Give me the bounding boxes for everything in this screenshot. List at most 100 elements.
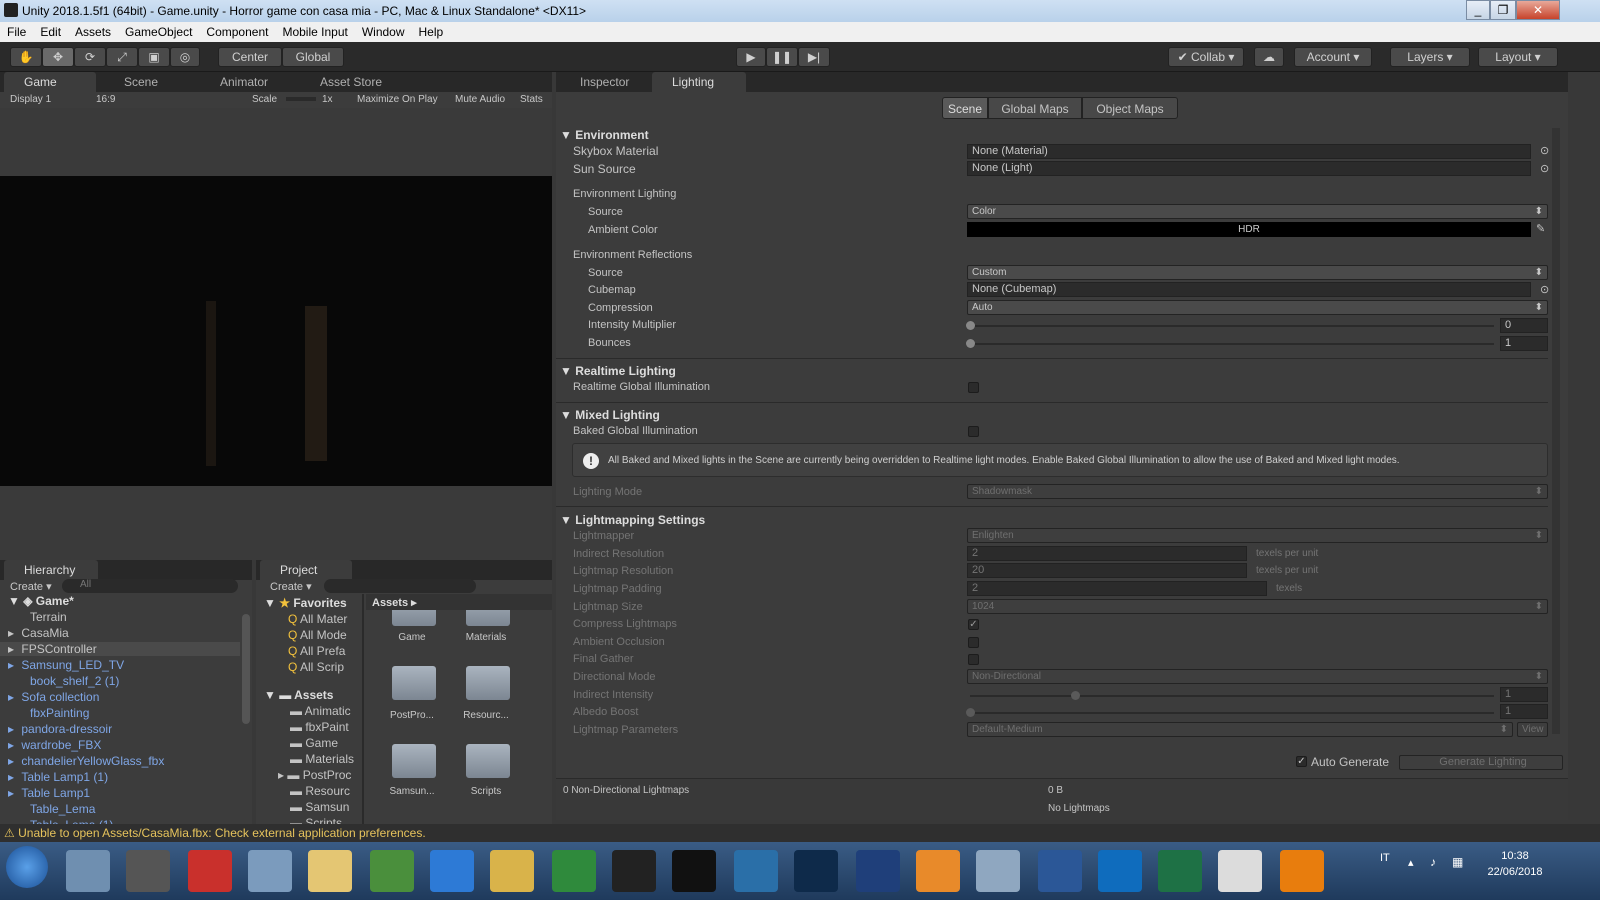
play-icon[interactable]: ▶: [736, 47, 766, 67]
list-item[interactable]: Q All Mode: [288, 628, 347, 642]
outlook-icon[interactable]: [1098, 850, 1142, 892]
move-tool-icon[interactable]: ✥: [42, 47, 74, 67]
menu-assets[interactable]: Assets: [68, 25, 118, 39]
ambient-color-swatch[interactable]: HDR: [967, 222, 1531, 237]
unity-icon[interactable]: [1218, 850, 1262, 892]
menu-edit[interactable]: Edit: [33, 25, 68, 39]
account-dropdown[interactable]: Account ▾: [1294, 47, 1372, 67]
calculator-icon[interactable]: [976, 850, 1020, 892]
volume-icon[interactable]: ♪: [1430, 855, 1436, 869]
ref-source-dropdown[interactable]: Custom ⬍: [967, 265, 1548, 280]
tab-asset-store[interactable]: Asset Store: [300, 72, 410, 92]
list-item[interactable]: ▸ CasaMia: [8, 626, 69, 640]
taskbar-app-icon[interactable]: [612, 850, 656, 892]
project-splitter[interactable]: [362, 594, 364, 824]
list-item[interactable]: fbxPainting: [30, 706, 89, 720]
hierarchy-create-button[interactable]: Create ▾: [10, 580, 52, 593]
pivot-center-button[interactable]: Center: [218, 47, 282, 67]
scale-tool-icon[interactable]: ⤢: [106, 47, 138, 67]
list-item[interactable]: ▬ Samsun: [290, 800, 349, 814]
hierarchy-scrollbar[interactable]: [242, 614, 250, 724]
project-search-input[interactable]: [324, 579, 476, 593]
menu-help[interactable]: Help: [412, 25, 451, 39]
pause-icon[interactable]: ❚❚: [766, 47, 798, 67]
folder-icon[interactable]: [392, 610, 436, 626]
bounces-slider-handle[interactable]: [966, 339, 975, 348]
eyedropper-icon[interactable]: ✎: [1536, 220, 1545, 238]
tab-scene-lighting[interactable]: Scene: [942, 97, 988, 119]
list-item[interactable]: ▸ Table Lamp1: [8, 786, 90, 800]
list-item[interactable]: ▸ pandora-dressoir: [8, 722, 112, 736]
clock-date[interactable]: 22/06/2018: [1476, 866, 1554, 878]
list-item[interactable]: ▸ wardrobe_FBX: [8, 738, 101, 752]
compression-dropdown[interactable]: Auto ⬍: [967, 300, 1548, 315]
list-item[interactable]: ▬ fbxPaint: [290, 720, 349, 734]
auto-generate-checkbox[interactable]: ✓: [1296, 756, 1307, 767]
sun-picker-icon[interactable]: ⊙: [1540, 160, 1549, 178]
menu-component[interactable]: Component: [199, 25, 275, 39]
menu-mobile-input[interactable]: Mobile Input: [275, 25, 354, 39]
layout-dropdown[interactable]: Layout ▾: [1478, 47, 1558, 67]
maximize-on-play-toggle[interactable]: Maximize On Play: [357, 94, 438, 105]
acrobat-icon[interactable]: [188, 850, 232, 892]
display-dropdown[interactable]: Display 1: [10, 94, 51, 105]
tab-project[interactable]: Project: [260, 560, 352, 580]
intensity-field[interactable]: 0: [1500, 318, 1548, 333]
ie-icon[interactable]: [430, 850, 474, 892]
hand-tool-icon[interactable]: ✋: [10, 47, 42, 67]
list-item[interactable]: ▬ Materials: [290, 752, 354, 766]
list-item[interactable]: Q All Scrip: [288, 660, 344, 674]
malwarebytes-icon[interactable]: [856, 850, 900, 892]
list-item[interactable]: ▸ ▬ PostProc: [278, 768, 351, 782]
sun-source-field[interactable]: None (Light): [967, 161, 1531, 176]
tray-chevron-icon[interactable]: ▴: [1408, 856, 1414, 869]
scene-root[interactable]: ▼ ◈ Game*: [8, 594, 74, 608]
assets-header[interactable]: ▼ ▬ Assets: [264, 688, 333, 702]
step-icon[interactable]: ▶|: [798, 47, 830, 67]
rect-tool-icon[interactable]: ▣: [138, 47, 170, 67]
camtasia-icon[interactable]: [552, 850, 596, 892]
baked-gi-checkbox[interactable]: [968, 426, 979, 437]
paint-icon[interactable]: [248, 850, 292, 892]
env-source-dropdown[interactable]: Color ⬍: [967, 204, 1548, 219]
clock-time[interactable]: 10:38: [1480, 850, 1550, 862]
tab-global-maps[interactable]: Global Maps: [988, 97, 1082, 119]
list-item[interactable]: ▬ Game: [290, 736, 338, 750]
bounces-slider[interactable]: [970, 343, 1494, 345]
rotate-tool-icon[interactable]: ⟳: [74, 47, 106, 67]
skybox-field[interactable]: None (Material): [967, 144, 1531, 159]
tab-inspector[interactable]: Inspector: [560, 72, 648, 92]
collab-dropdown[interactable]: ✔ Collab ▾: [1168, 47, 1244, 67]
folder-icon[interactable]: [466, 744, 510, 778]
project-create-button[interactable]: Create ▾: [270, 580, 312, 593]
tab-lighting[interactable]: Lighting: [652, 72, 746, 92]
folder-icon[interactable]: [466, 666, 510, 700]
game-view[interactable]: [0, 108, 552, 560]
tab-hierarchy[interactable]: Hierarchy: [4, 560, 98, 580]
list-item[interactable]: Terrain: [30, 610, 67, 624]
taskbar-app-icon[interactable]: [370, 850, 414, 892]
list-item[interactable]: ▬ Animatic: [290, 704, 351, 718]
list-item[interactable]: book_shelf_2 (1): [30, 674, 119, 688]
list-item[interactable]: ▸ Samsung_LED_TV: [8, 658, 124, 672]
tab-scene[interactable]: Scene: [104, 72, 194, 92]
cubemap-field[interactable]: None (Cubemap): [967, 282, 1531, 297]
list-item[interactable]: ▸ FPSController: [0, 642, 240, 656]
excel-icon[interactable]: [1158, 850, 1202, 892]
mute-audio-toggle[interactable]: Mute Audio: [455, 94, 505, 105]
chrome-icon[interactable]: [490, 850, 534, 892]
menu-file[interactable]: File: [0, 25, 33, 39]
list-item[interactable]: ▸ Sofa collection: [8, 690, 99, 704]
breadcrumb[interactable]: Assets ▸: [372, 596, 417, 609]
network-icon[interactable]: ▦: [1452, 855, 1463, 869]
realtime-gi-checkbox[interactable]: [968, 382, 979, 393]
aspect-dropdown[interactable]: 16:9: [96, 94, 115, 105]
folder-icon[interactable]: [392, 666, 436, 700]
taskbar-app-icon[interactable]: [126, 850, 170, 892]
scale-slider[interactable]: [286, 97, 316, 101]
photoshop-icon[interactable]: [794, 850, 838, 892]
list-item[interactable]: ▬ Resourc: [290, 784, 350, 798]
cubemap-picker-icon[interactable]: ⊙: [1540, 281, 1549, 299]
pivot-global-button[interactable]: Global: [282, 47, 344, 67]
menu-window[interactable]: Window: [355, 25, 412, 39]
